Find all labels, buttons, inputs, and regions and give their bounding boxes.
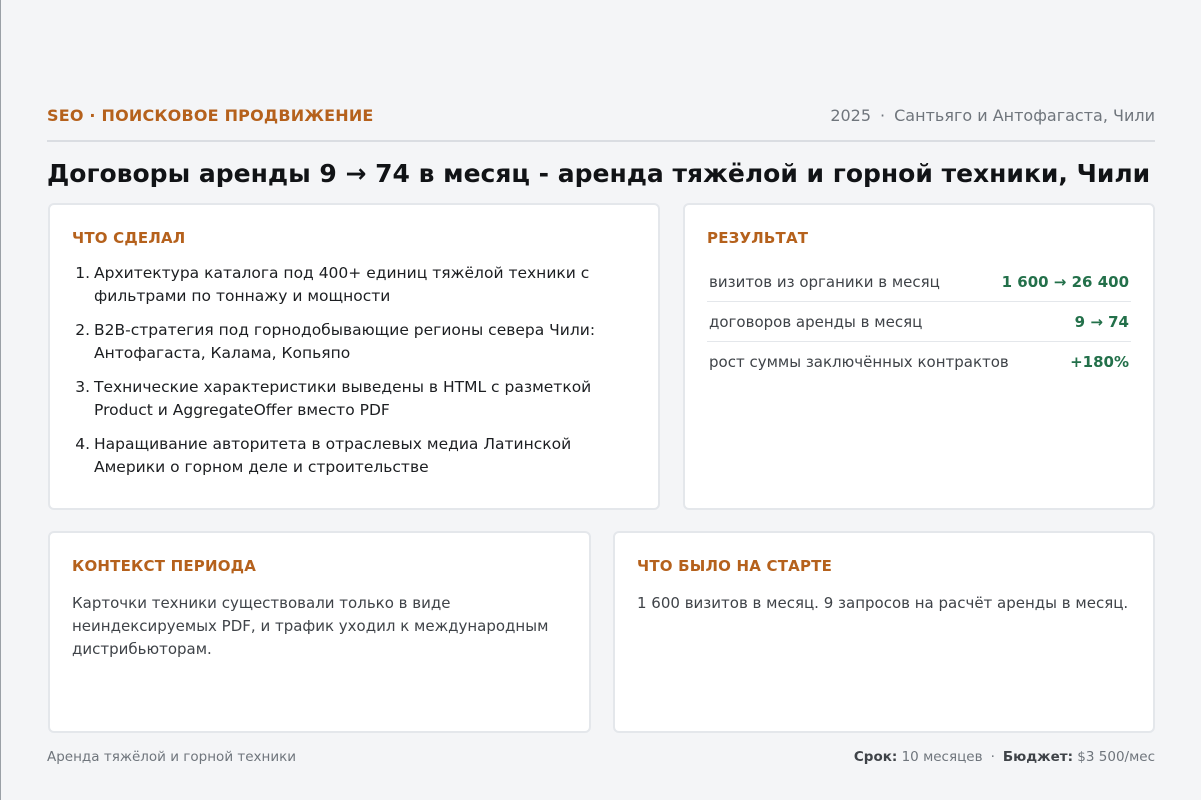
list-item-number: 1.	[75, 264, 90, 282]
term-value: 10 месяцев	[901, 749, 983, 765]
start-card-label: ЧТО БЫЛО НА СТАРТЕ	[637, 557, 833, 575]
category-label: SEO · ПОИСКОВОЕ ПРОДВИЖЕНИЕ	[47, 106, 374, 125]
context-card-label: КОНТЕКСТ ПЕРИОДА	[72, 557, 257, 575]
list-item: 1. Архитектура каталога под 400+ единиц …	[72, 262, 636, 308]
case-page: SEO · ПОИСКОВОЕ ПРОДВИЖЕНИЕ 2025 · Санть…	[47, 0, 1155, 800]
list-item-text: Наращивание авторитета в отраслевых меди…	[94, 435, 572, 476]
metric-label: договоров аренды в месяц	[709, 312, 923, 331]
header-meta: 2025 · Сантьяго и Антофагаста, Чили	[830, 104, 1155, 128]
metric-label: рост суммы заключённых контрактов	[709, 353, 1009, 371]
done-list: 1. Архитектура каталога под 400+ единиц …	[72, 262, 636, 479]
metrics-list: визитов из органики в месяц 1 600 → 26 4…	[707, 262, 1131, 382]
result-card-label: РЕЗУЛЬТАТ	[707, 229, 809, 247]
footer-separator: ·	[990, 749, 995, 765]
list-item-text: Архитектура каталога под 400+ единиц тяж…	[94, 264, 590, 305]
list-item-text: Технические характеристики выведены в HT…	[94, 378, 592, 419]
done-card: ЧТО СДЕЛАЛ 1. Архитектура каталога под 4…	[48, 203, 660, 510]
year-label: 2025	[830, 106, 872, 125]
list-item-number: 3.	[75, 378, 90, 396]
start-card: ЧТО БЫЛО НА СТАРТЕ 1 600 визитов в месяц…	[613, 531, 1155, 733]
list-item-number: 4.	[75, 435, 90, 453]
list-item: 3. Технические характеристики выведены в…	[72, 376, 636, 422]
metric-label: визитов из органики в месяц	[709, 272, 940, 291]
metric-value: 9 → 74	[1074, 312, 1129, 331]
footer-meta: Срок: 10 месяцев · Бюджет: $3 500/мес	[854, 749, 1155, 765]
budget-label: Бюджет:	[1002, 749, 1073, 765]
meta-separator: ·	[880, 106, 886, 125]
start-text: 1 600 визитов в месяц. 9 запросов на рас…	[637, 594, 1129, 612]
industry-label: Аренда тяжёлой и горной техники	[47, 749, 297, 765]
metric-row: договоров аренды в месяц 9 → 74	[707, 302, 1131, 342]
location-label: Сантьяго и Антофагаста, Чили	[894, 106, 1155, 125]
list-item-number: 2.	[75, 321, 90, 339]
footer: Аренда тяжёлой и горной техники Срок: 10…	[47, 746, 1155, 768]
budget-value: $3 500/мес	[1077, 749, 1155, 765]
context-card: КОНТЕКСТ ПЕРИОДА Карточки техники сущест…	[48, 531, 591, 733]
metric-value: +180%	[1070, 353, 1129, 371]
header-bar: SEO · ПОИСКОВОЕ ПРОДВИЖЕНИЕ 2025 · Санть…	[47, 104, 1155, 142]
metric-row: рост суммы заключённых контрактов +180%	[707, 342, 1131, 382]
done-card-label: ЧТО СДЕЛАЛ	[72, 229, 186, 247]
list-item-text: B2B-стратегия под горнодобывающие регион…	[94, 321, 596, 362]
metric-row: визитов из органики в месяц 1 600 → 26 4…	[707, 262, 1131, 302]
list-item: 2. B2B-стратегия под горнодобывающие рег…	[72, 319, 636, 365]
page-title: Договоры аренды 9 → 74 в месяц - аренда …	[47, 159, 1151, 188]
metric-value: 1 600 → 26 400	[1001, 272, 1129, 291]
context-text: Карточки техники существовали только в в…	[72, 594, 549, 658]
term-label: Срок:	[853, 749, 898, 765]
list-item: 4. Наращивание авторитета в отраслевых м…	[72, 433, 636, 479]
result-card: РЕЗУЛЬТАТ визитов из органики в месяц 1 …	[683, 203, 1155, 510]
